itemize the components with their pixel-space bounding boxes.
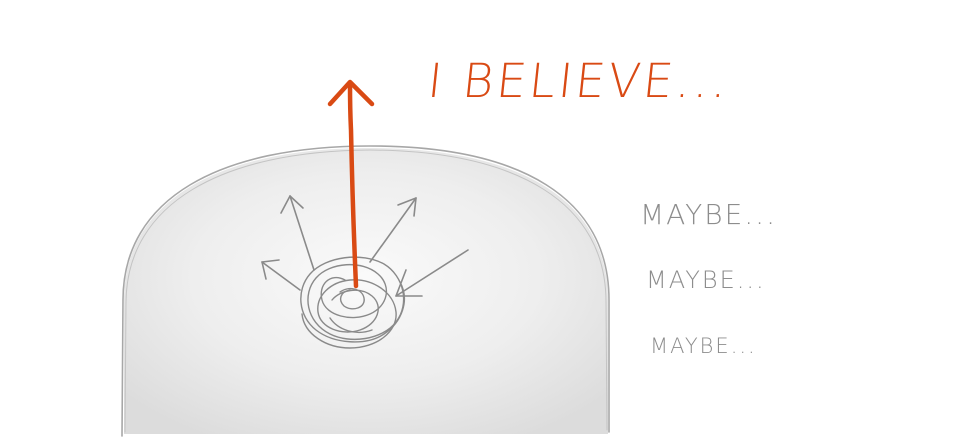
sketch-canvas: I BELIEVE... MAYBE... MAYBE... MAYBE... (0, 0, 963, 446)
believe-text: I BELIEVE... (425, 54, 733, 109)
maybe-text-3: MAYBE... (650, 334, 757, 358)
dome-shape (121, 145, 610, 437)
maybe-text-1: MAYBE... (640, 198, 777, 231)
maybe-text-2: MAYBE... (646, 266, 766, 294)
